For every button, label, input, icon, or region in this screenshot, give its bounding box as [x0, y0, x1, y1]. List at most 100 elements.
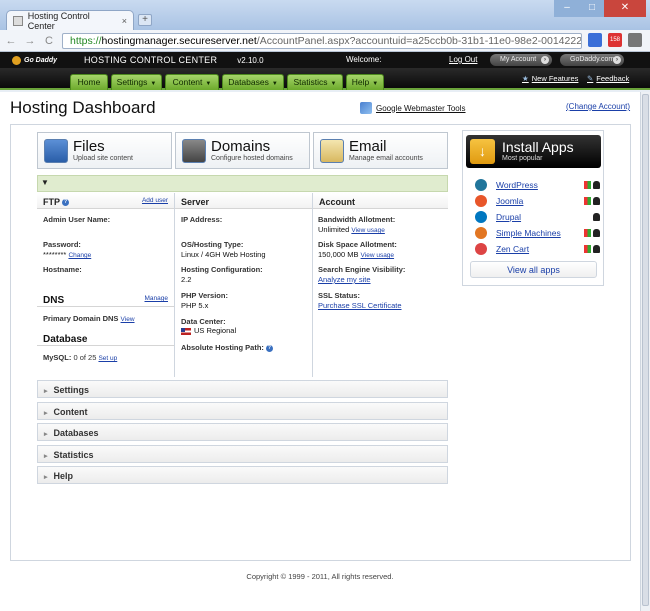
godaddy-link-button[interactable]: GoDaddy.com ›	[560, 54, 624, 66]
section-label: Statistics	[53, 450, 94, 460]
maximize-icon[interactable]: □	[580, 0, 604, 17]
setup-database-link[interactable]: Set up	[98, 355, 117, 362]
back-icon[interactable]: ←	[3, 35, 19, 47]
section-content[interactable]: ▸ Content	[37, 402, 448, 420]
view-all-apps-button[interactable]: View all apps	[470, 261, 597, 278]
tile-subtitle: Configure hosted domains	[211, 155, 293, 162]
install-apps-subtitle: Most popular	[502, 155, 543, 162]
scrollbar-thumb[interactable]	[642, 94, 649, 606]
section-statistics[interactable]: ▸ Statistics	[37, 445, 448, 463]
os-support	[593, 213, 600, 221]
scrollbar[interactable]	[640, 92, 650, 611]
chevron-right-icon: ▸	[44, 474, 48, 481]
primary-dns-row: Primary Domain DNS View	[43, 314, 135, 323]
linux-icon	[593, 245, 600, 253]
ftp-column: FTP? Add user Admin User Name: Password:…	[37, 193, 175, 377]
app-name: HOSTING CONTROL CENTER	[84, 55, 218, 65]
nav-label: Settings	[116, 77, 148, 87]
datacenter-text: US Regional	[194, 326, 237, 335]
manage-dns-link[interactable]: Manage	[145, 295, 169, 302]
os-support	[584, 245, 600, 253]
extension-translate-icon[interactable]	[588, 33, 602, 47]
extensions: 158	[588, 33, 642, 47]
email-tile[interactable]: Email Manage email accounts	[313, 132, 448, 169]
logout-link[interactable]: Log Out	[449, 55, 477, 64]
nav-label: Content	[172, 77, 203, 87]
nav-help[interactable]: Help ▼	[346, 74, 384, 90]
chevron-right-icon: ▸	[44, 453, 48, 460]
url-scheme: https://	[70, 35, 102, 47]
nav-label: Statistics	[293, 77, 328, 87]
section-help[interactable]: ▸ Help	[37, 466, 448, 484]
feedback-link[interactable]: ✎ Feedback	[587, 74, 629, 83]
windows-icon	[584, 245, 591, 253]
domains-icon	[182, 139, 206, 163]
database-heading: Database	[43, 334, 88, 345]
add-user-link[interactable]: Add user	[142, 197, 168, 204]
install-apps-header[interactable]: ↓ Install Apps Most popular	[466, 135, 601, 168]
extension-badge-icon[interactable]: 158	[608, 33, 622, 47]
nav-home[interactable]: Home	[70, 74, 108, 90]
purchase-ssl-link[interactable]: Purchase SSL Certificate	[318, 301, 402, 310]
app-link[interactable]: WordPress	[496, 180, 538, 190]
bandwidth-text: Unlimited	[318, 225, 350, 234]
section-label: Help	[53, 471, 74, 481]
chevron-right-icon: ›	[541, 56, 549, 64]
us-flag-icon	[181, 327, 191, 335]
feedback-label: Feedback	[596, 74, 630, 83]
nav-databases[interactable]: Databases ▼	[222, 74, 284, 90]
minimize-icon[interactable]: –	[554, 0, 580, 17]
app-row[interactable]: Simple Machines	[475, 227, 600, 241]
window-close-icon[interactable]: ✕	[604, 0, 646, 17]
os-label: OS/Hosting Type:	[181, 240, 244, 249]
webmaster-tools-link[interactable]: Google Webmaster Tools	[376, 104, 466, 113]
my-account-button[interactable]: My Account ›	[490, 54, 552, 66]
change-account-link[interactable]: (Change Account)	[566, 102, 630, 111]
analyze-site-link[interactable]: Analyze my site	[318, 275, 371, 284]
help-icon[interactable]: ?	[265, 344, 273, 352]
nav-settings[interactable]: Settings ▼	[111, 74, 162, 90]
domains-tile[interactable]: Domains Configure hosted domains	[175, 132, 310, 169]
logo-text: Go Daddy	[24, 56, 58, 64]
app-link[interactable]: Joomla	[496, 196, 523, 206]
help-icon[interactable]: ?	[62, 199, 69, 207]
linux-icon	[593, 181, 600, 189]
footer-copyright: Copyright © 1999 - 2011, All rights rese…	[246, 572, 394, 581]
nav-content[interactable]: Content ▼	[165, 74, 219, 90]
close-tab-icon[interactable]: ×	[122, 16, 127, 26]
url-path: /AccountPanel.aspx?accountuid=a25ccb0b-3…	[256, 35, 582, 47]
new-tab-button[interactable]: +	[138, 14, 152, 26]
godaddy-link-label: GoDaddy.com	[570, 56, 615, 63]
app-link[interactable]: Drupal	[496, 212, 521, 222]
section-settings[interactable]: ▸ Settings	[37, 380, 448, 398]
browser-tab[interactable]: Hosting Control Center ×	[6, 10, 134, 31]
new-features-link[interactable]: ★ New Features	[522, 74, 578, 83]
change-password-link[interactable]: Change	[68, 252, 91, 259]
tile-title: Email	[349, 138, 387, 155]
bandwidth-usage-link[interactable]: View usage	[351, 227, 385, 234]
nav-statistics[interactable]: Statistics ▼	[287, 74, 343, 90]
app-row[interactable]: Drupal	[475, 211, 600, 225]
address-bar[interactable]: https:// hostingmanager.secureserver.net…	[62, 33, 582, 49]
page-title: Hosting Dashboard	[10, 98, 156, 117]
files-tile[interactable]: Files Upload site content	[37, 132, 172, 169]
windows-icon	[584, 197, 591, 205]
app-row[interactable]: Zen Cart	[475, 243, 600, 257]
view-dns-link[interactable]: View	[121, 316, 135, 323]
app-link[interactable]: Simple Machines	[496, 228, 561, 238]
details-collapse-bar[interactable]: ▼	[37, 175, 448, 192]
disk-usage-link[interactable]: View usage	[361, 252, 395, 259]
webmaster-tools[interactable]: Google Webmaster Tools	[360, 102, 466, 114]
section-databases[interactable]: ▸ Databases	[37, 423, 448, 441]
app-row[interactable]: Joomla	[475, 195, 600, 209]
disk-value: 150,000 MB View usage	[318, 250, 394, 259]
reload-icon[interactable]: C	[41, 35, 57, 47]
main-nav: Home Settings ▼ Content ▼ Databases ▼ Stati…	[0, 68, 650, 90]
forward-icon[interactable]: →	[22, 35, 38, 47]
window-controls: – □ ✕	[554, 0, 646, 17]
wrench-icon[interactable]	[628, 33, 642, 47]
app-row[interactable]: WordPress	[475, 179, 600, 193]
godaddy-logo[interactable]: Go Daddy	[12, 55, 64, 65]
app-link[interactable]: Zen Cart	[496, 244, 529, 254]
password-label: Password:	[43, 240, 81, 249]
